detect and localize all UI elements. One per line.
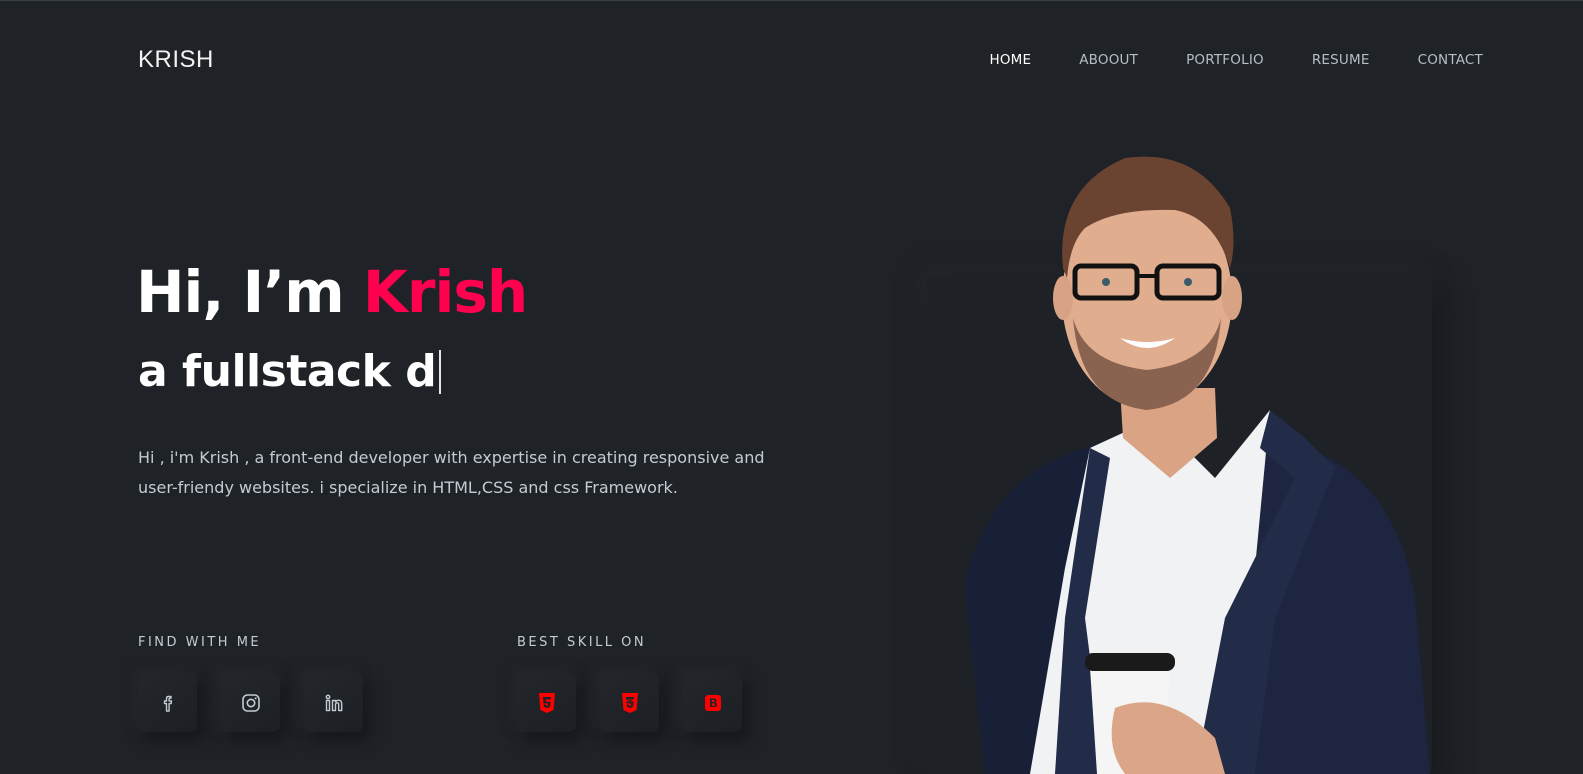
facebook-icon	[163, 695, 172, 712]
instagram-icon	[241, 693, 260, 712]
nav-contact[interactable]: CONTACT	[1418, 52, 1483, 68]
main-nav: HOME ABOOUT PORTFOLIO RESUME CONTACT	[989, 52, 1483, 68]
html5-icon	[538, 692, 555, 713]
typing-caret	[439, 349, 442, 394]
best-skill-title: BEST SKILL ON	[517, 635, 647, 650]
profile-photo	[965, 156, 1430, 774]
facebook-button[interactable]	[138, 673, 197, 732]
html5-skill[interactable]	[517, 673, 576, 732]
bootstrap-skill[interactable]	[683, 673, 742, 732]
find-with-me-title: FIND WITH ME	[138, 635, 262, 650]
hero-greeting: Hi, I’m Krish	[136, 258, 528, 326]
css3-icon	[621, 692, 638, 713]
nav-about[interactable]: ABOOUT	[1079, 52, 1138, 68]
hero-description: Hi , i'm Krish , a front-end developer w…	[138, 448, 765, 497]
hero-name: Krish	[362, 258, 528, 326]
instagram-button[interactable]	[221, 673, 280, 732]
site-logo[interactable]: KRISH	[138, 46, 214, 74]
bootstrap-icon	[704, 694, 721, 711]
hero-role: a fullstack d	[138, 346, 442, 397]
css3-skill[interactable]	[600, 673, 659, 732]
skill-icons	[517, 673, 742, 732]
typed-role-text: a fullstack d	[138, 346, 437, 397]
greeting-prefix: Hi, I’m	[136, 258, 345, 326]
social-links	[138, 673, 363, 732]
linkedin-icon	[325, 694, 342, 711]
top-border	[0, 0, 1583, 1]
nav-home[interactable]: HOME	[989, 52, 1031, 68]
nav-portfolio[interactable]: PORTFOLIO	[1186, 52, 1264, 68]
nav-resume[interactable]: RESUME	[1312, 52, 1370, 68]
linkedin-button[interactable]	[304, 673, 363, 732]
